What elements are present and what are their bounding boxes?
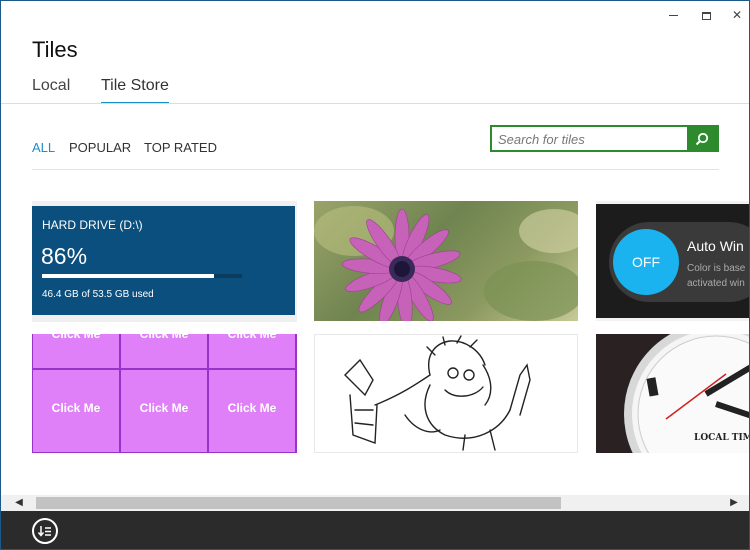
filter-popular[interactable]: POPULAR xyxy=(69,140,131,155)
grid-cell[interactable]: Click Me xyxy=(33,370,119,452)
sort-button[interactable] xyxy=(32,518,58,544)
tile-hard-drive[interactable]: HARD DRIVE (D:\) 86% 46.4 GB of 53.5 GB … xyxy=(32,201,297,322)
tile-clock[interactable]: LOCAL TIM xyxy=(596,334,750,453)
flower-photo xyxy=(314,206,578,321)
close-button[interactable]: ✕ xyxy=(725,5,749,25)
filter-all[interactable]: ALL xyxy=(32,140,55,155)
hard-drive-usage-bar xyxy=(42,274,242,278)
scroll-right-button[interactable]: ▶ xyxy=(726,495,742,511)
clock-face: LOCAL TIM xyxy=(624,334,750,453)
hard-drive-used-text: 46.4 GB of 53.5 GB used xyxy=(42,289,154,300)
auto-win-desc-line2: activated win xyxy=(687,278,745,289)
hard-drive-title: HARD DRIVE (D:\) xyxy=(42,218,143,232)
maximize-button[interactable] xyxy=(694,5,718,25)
app-bar xyxy=(1,511,749,549)
grid-cell-top[interactable]: Click Me xyxy=(33,334,119,368)
scroll-thumb[interactable] xyxy=(36,497,561,509)
hard-drive-panel: HARD DRIVE (D:\) 86% 46.4 GB of 53.5 GB … xyxy=(32,206,295,315)
tab-tile-store[interactable]: Tile Store xyxy=(101,77,169,104)
app-window: ✕ Tiles Local Tile Store ALL POPULAR TOP… xyxy=(0,0,750,550)
filter-divider xyxy=(32,169,719,170)
auto-win-description: Color is base activated win xyxy=(687,261,745,291)
hard-drive-usage-fill xyxy=(42,274,214,278)
auto-win-title: Auto Win xyxy=(687,238,744,254)
search-box xyxy=(490,125,719,152)
auto-win-panel: OFF Auto Win Color is base activated win xyxy=(596,204,749,318)
maximize-icon xyxy=(701,11,711,20)
tile-flower[interactable] xyxy=(314,201,578,321)
grid-cell-top[interactable]: Click Me xyxy=(121,334,207,368)
sort-icon xyxy=(38,526,51,537)
tile-click-me-grid[interactable]: Click Me Click Me Click Me Click Me Clic… xyxy=(32,334,297,453)
horizontal-scrollbar[interactable]: ◀ ▶ xyxy=(1,495,749,511)
tile-auto-win[interactable]: OFF Auto Win Color is base activated win xyxy=(596,201,749,321)
minimize-icon xyxy=(668,15,678,17)
toggle-off-button[interactable]: OFF xyxy=(613,229,679,295)
search-button[interactable] xyxy=(687,127,717,150)
search-input[interactable] xyxy=(498,129,688,149)
minimize-button[interactable] xyxy=(661,5,685,25)
tile-sketch[interactable] xyxy=(314,334,578,453)
auto-win-desc-line1: Color is base xyxy=(687,263,746,274)
tab-divider xyxy=(1,103,749,104)
page-title: Tiles xyxy=(32,37,78,62)
clock-label: LOCAL TIM xyxy=(694,433,750,443)
cartoon-sketch xyxy=(344,335,531,451)
filter-top-rated[interactable]: TOP RATED xyxy=(144,140,217,155)
search-icon xyxy=(695,132,709,146)
tab-local[interactable]: Local xyxy=(32,77,70,104)
grid-cell-top[interactable]: Click Me xyxy=(209,334,295,368)
grid-cell[interactable]: Click Me xyxy=(209,370,295,452)
hard-drive-percent: 86% xyxy=(41,243,88,269)
scroll-left-button[interactable]: ◀ xyxy=(11,495,27,511)
grid-cell[interactable]: Click Me xyxy=(121,370,207,452)
